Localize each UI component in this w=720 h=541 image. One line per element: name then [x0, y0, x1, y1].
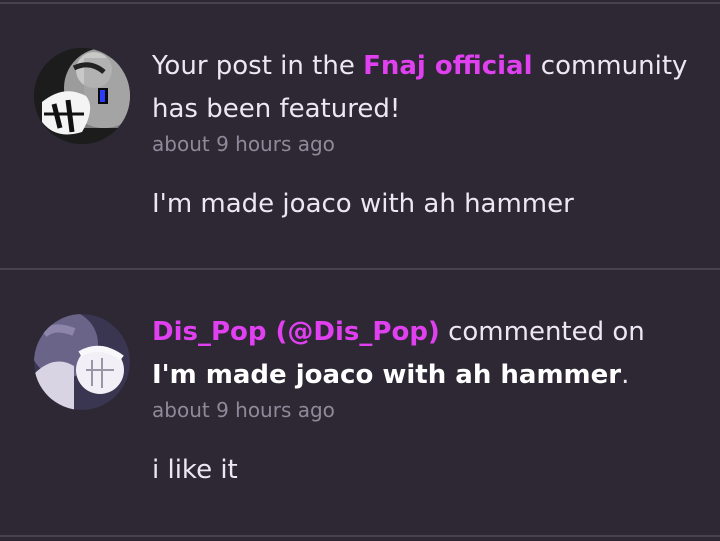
- notification-headline: Your post in the Fnaj official community…: [152, 45, 692, 131]
- timestamp: about 9 hours ago: [152, 132, 335, 156]
- divider: [0, 268, 720, 270]
- notification-headline: Dis_Pop (@Dis_Pop) commented on I'm made…: [152, 311, 692, 397]
- post-title-link[interactable]: I'm made joaco with ah hammer: [152, 360, 621, 390]
- timestamp: about 9 hours ago: [152, 398, 335, 422]
- avatar-image: [34, 48, 130, 144]
- notification-body: Dis_Pop (@Dis_Pop) commented on I'm made…: [152, 311, 692, 487]
- user-link[interactable]: Dis_Pop (@Dis_Pop): [152, 317, 440, 347]
- avatar[interactable]: [34, 48, 130, 144]
- divider: [0, 2, 720, 4]
- notification-feed: Your post in the Fnaj official community…: [0, 0, 720, 541]
- headline-action: commented on: [439, 317, 645, 347]
- divider: [0, 535, 720, 537]
- headline-period: .: [621, 360, 630, 390]
- community-link[interactable]: Fnaj official: [363, 51, 532, 81]
- notification-body: Your post in the Fnaj official community…: [152, 45, 692, 221]
- avatar-image: [34, 314, 130, 410]
- post-preview[interactable]: I'm made joaco with ah hammer: [152, 187, 692, 221]
- headline-prefix: Your post in the: [152, 51, 364, 81]
- avatar[interactable]: [34, 314, 130, 410]
- comment-text[interactable]: i like it: [152, 453, 692, 487]
